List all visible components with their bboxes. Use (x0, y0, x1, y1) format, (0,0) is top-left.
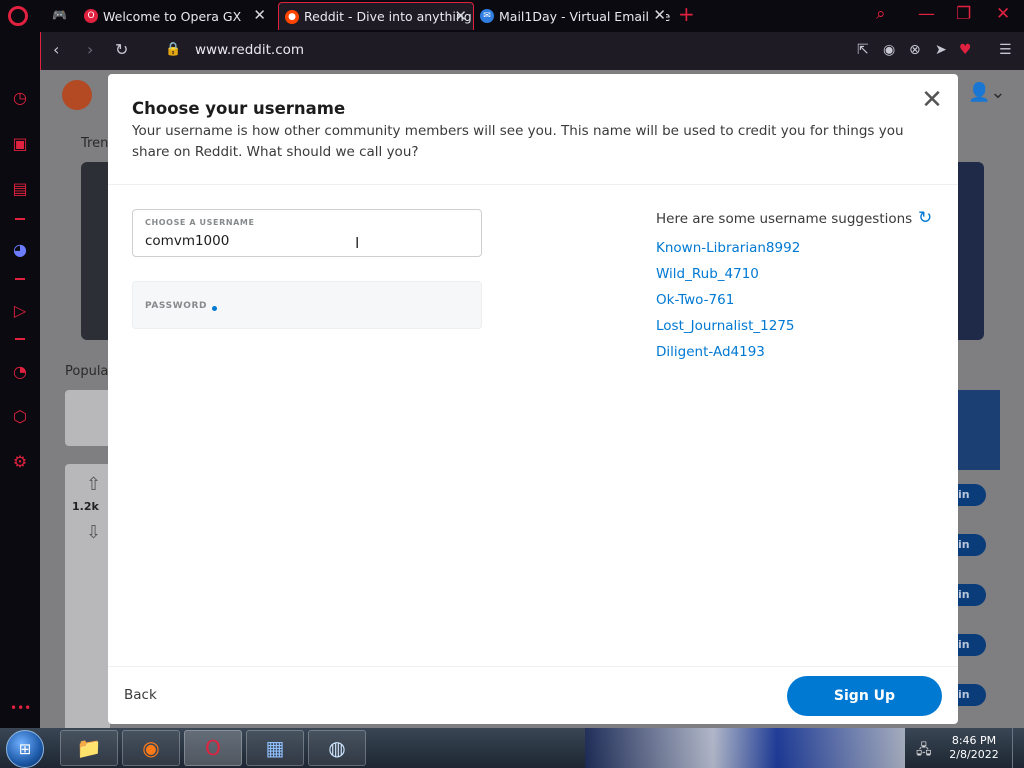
reddit-favicon-icon: ● (285, 9, 299, 24)
close-tab-icon[interactable]: ✕ (649, 8, 666, 23)
heart-icon[interactable]: ♥ (959, 42, 972, 58)
search-tabs-icon[interactable]: ⌕ (876, 4, 886, 24)
windows-logo-icon: ⊞ (18, 740, 32, 758)
tab-bar: 🎮 O Welcome to Opera GX ✕ ● Reddit - Div… (0, 0, 1024, 32)
bag-icon[interactable]: ▣ (10, 134, 30, 154)
file-explorer-icon[interactable]: 📁 (60, 730, 118, 766)
reload-icon[interactable]: ↻ (115, 41, 128, 59)
url-field[interactable]: www.reddit.com (195, 42, 304, 58)
trending-heading: Tren (81, 136, 109, 151)
create-post-box (65, 390, 110, 446)
history-icon[interactable]: ◔ (10, 362, 30, 382)
firefox-icon[interactable]: ◉ (122, 730, 180, 766)
close-window-icon[interactable]: ✕ (996, 4, 1010, 24)
suggestion-link[interactable]: Wild_Rub_4710 (656, 266, 759, 282)
windows-taskbar: ⊞ 📁 ◉ O ▦ ◍ 🖧 8:46 PM 2/8/2022 (0, 728, 1024, 768)
tab-welcome[interactable]: O Welcome to Opera GX ✕ (84, 2, 272, 30)
text-cursor-icon: I (355, 234, 360, 252)
header-divider (108, 184, 958, 185)
community-banner (958, 390, 1000, 470)
trending-card (958, 162, 984, 340)
join-button: in (958, 684, 986, 706)
easy-setup-icon[interactable]: ☰ (999, 42, 1012, 58)
sign-up-button[interactable]: Sign Up (787, 676, 942, 716)
modal-description: Your username is how other community mem… (132, 123, 904, 160)
opera-gx-taskbar-icon[interactable]: O (184, 730, 242, 766)
lock-icon[interactable]: 🔒 (165, 41, 181, 59)
user-menu-icon: 👤⌄ (968, 82, 1006, 103)
join-button: in (958, 484, 986, 506)
settings-gear-icon[interactable]: ⚙ (10, 452, 30, 472)
join-button: in (958, 634, 986, 656)
minimize-icon[interactable]: — (918, 4, 935, 24)
show-desktop-button[interactable] (1012, 728, 1024, 768)
username-input[interactable]: comvm1000 (145, 233, 229, 249)
join-button: in (958, 534, 986, 556)
tab-label: Mail1Day - Virtual Email Ge (499, 8, 671, 24)
tab-mail1day[interactable]: ✉ Mail1Day - Virtual Email Ge ✕ (480, 2, 672, 30)
clock[interactable]: 8:46 PM 2/8/2022 (944, 734, 1004, 762)
reddit-logo-icon (62, 80, 92, 110)
close-tab-icon[interactable]: ✕ (454, 9, 467, 24)
downvote-icon: ⇩ (86, 522, 102, 543)
share-icon[interactable]: ⇱ (857, 42, 869, 58)
tab-label: Welcome to Opera GX (103, 8, 242, 24)
gx-controller-icon[interactable]: 🎮 (52, 8, 68, 22)
suggestion-link[interactable]: Known-Librarian8992 (656, 240, 800, 256)
username-label: CHOOSE A USERNAME (145, 218, 255, 227)
refresh-suggestions-icon[interactable]: ↻ (918, 208, 932, 228)
signup-modal: Choose your username Your username is ho… (108, 74, 958, 724)
opera-favicon-icon: O (84, 9, 98, 23)
camera-icon[interactable]: ◉ (883, 42, 895, 58)
control-panel-icon[interactable]: ▦ (246, 730, 304, 766)
opera-menu-icon[interactable] (8, 6, 28, 26)
join-button: in (958, 584, 986, 606)
suggestions-title: Here are some username suggestions (656, 211, 913, 227)
desktop-wallpaper (585, 728, 905, 768)
send-icon[interactable]: ➤ (935, 42, 947, 58)
opera-sidebar: ◷ ▣ ▤ ◕ ▷ ◔ ⬡ ⚙ ••• (0, 32, 40, 728)
extensions-cube-icon[interactable]: ⬡ (10, 407, 30, 427)
suggestion-link[interactable]: Ok-Two-761 (656, 292, 734, 308)
back-button[interactable]: Back (124, 687, 157, 703)
password-field[interactable]: PASSWORD (132, 281, 482, 329)
mail1day-favicon-icon: ✉ (480, 9, 494, 23)
speed-dial-icon[interactable]: ◷ (10, 88, 30, 108)
close-tab-icon[interactable]: ✕ (253, 8, 266, 23)
upvote-icon: ⇧ (86, 474, 102, 495)
sidebar-divider (15, 338, 25, 340)
back-icon[interactable]: ‹ (53, 41, 59, 59)
popular-heading: Popula (65, 364, 109, 379)
messenger-icon[interactable]: ◕ (10, 240, 30, 260)
suggestion-link[interactable]: Lost_Journalist_1275 (656, 318, 795, 334)
clock-date: 2/8/2022 (949, 748, 999, 761)
sidebar-divider (15, 278, 25, 280)
vote-count: 1.2k (72, 500, 99, 513)
new-tab-icon[interactable]: + (678, 4, 695, 24)
network-icon[interactable]: 🖧 (916, 739, 932, 763)
twitch-icon[interactable]: ▤ (10, 179, 30, 199)
forward-icon[interactable]: › (87, 41, 93, 59)
restore-icon[interactable]: ❐ (956, 4, 971, 24)
password-label: PASSWORD (145, 301, 208, 311)
close-icon[interactable]: ✕ (920, 87, 944, 113)
loading-dot-icon (212, 306, 217, 311)
sidebar-divider (15, 218, 25, 220)
tab-label: Reddit - Dive into anything (304, 9, 472, 24)
username-field[interactable]: CHOOSE A USERNAME comvm1000 I (132, 209, 482, 257)
suggestion-link[interactable]: Diligent-Ad4193 (656, 344, 765, 360)
footer-divider (108, 666, 958, 667)
more-icon[interactable]: ••• (10, 698, 31, 718)
clock-time: 8:46 PM (951, 734, 997, 747)
block-ads-icon[interactable]: ⊗ (909, 42, 921, 58)
tab-reddit[interactable]: ● Reddit - Dive into anything ✕ (278, 2, 474, 30)
media-player-icon[interactable]: ◍ (308, 730, 366, 766)
start-button[interactable]: ⊞ (6, 730, 44, 768)
address-bar: ‹ › ↻ 🔒 www.reddit.com ⇱ ◉ ⊗ ➤ ♥ ☰ (40, 32, 1024, 70)
modal-title: Choose your username (132, 99, 346, 118)
player-icon[interactable]: ▷ (10, 301, 30, 321)
